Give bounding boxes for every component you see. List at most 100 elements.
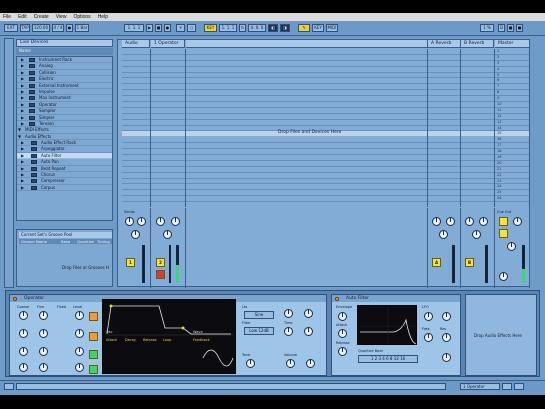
clip-slot[interactable]	[151, 196, 185, 203]
tone-knob[interactable]	[304, 327, 313, 336]
disclosure-closed-icon[interactable]: ▶	[21, 159, 24, 165]
disclosure-closed-icon[interactable]: ▶	[21, 140, 24, 146]
disclosure-closed-icon[interactable]: ▶	[21, 146, 24, 152]
disclosure-closed-icon[interactable]: ▶	[21, 153, 24, 159]
master-volume-knob[interactable]	[499, 272, 508, 281]
volume-fader[interactable]	[169, 245, 171, 283]
info-view-toggle[interactable]	[4, 383, 14, 390]
disclosure-closed-icon[interactable]: ▶	[21, 178, 24, 184]
master-pan-knob[interactable]	[507, 242, 516, 251]
midi-map-button[interactable]: MIDI	[326, 24, 338, 32]
coarse-knob[interactable]	[19, 363, 28, 372]
overdub-button[interactable]: +	[176, 24, 185, 32]
menu-view[interactable]: View	[56, 14, 67, 20]
draw-mode-button[interactable]: ✎	[298, 24, 310, 32]
view-toggle-clip[interactable]	[502, 383, 512, 390]
arrangement-position[interactable]: 1. 1. 1	[124, 24, 144, 32]
disclosure-closed-icon[interactable]: ▶	[21, 89, 24, 95]
send-b-knob[interactable]	[137, 217, 146, 226]
menu-options[interactable]: Options	[73, 14, 90, 20]
cue-volume-knob[interactable]	[513, 217, 522, 226]
loop-start-field[interactable]: 1. 1. 1	[219, 24, 237, 32]
af-res-knob[interactable]	[442, 333, 451, 342]
play-button[interactable]: ▶	[146, 24, 153, 32]
af-quantize-buttons[interactable]: 1 2 3 4 6 8 12 16	[358, 355, 418, 363]
tap-tempo-button[interactable]: TAP	[20, 24, 30, 32]
time-signature-field[interactable]: 4 / 4	[52, 24, 64, 32]
device-on-icon[interactable]	[13, 297, 17, 301]
automation-arm-button[interactable]: ○	[187, 24, 196, 32]
menu-edit[interactable]: Edit	[18, 14, 27, 20]
coarse-knob[interactable]	[19, 329, 28, 338]
fine-knob[interactable]	[39, 311, 48, 320]
coarse-knob[interactable]	[19, 347, 28, 356]
level-knob[interactable]	[75, 329, 84, 338]
track-header-audio[interactable]: Audio	[122, 40, 150, 48]
disclosure-closed-icon[interactable]: ▶	[21, 102, 24, 108]
pan-knob[interactable]	[163, 230, 172, 239]
af-env-amount-knob[interactable]	[338, 312, 347, 321]
fine-knob[interactable]	[39, 347, 48, 356]
disclosure-closed-icon[interactable]: ▶	[21, 115, 24, 121]
browser-item[interactable]: ▶ Corpus	[17, 185, 112, 192]
track-activator-2[interactable]: 2	[156, 258, 165, 267]
disclosure-closed-icon[interactable]: ▶	[21, 63, 24, 69]
follow-button[interactable]: KEY	[204, 24, 217, 32]
disclosure-closed-icon[interactable]: ▶	[21, 108, 24, 114]
volume-knob[interactable]	[286, 359, 295, 368]
send-b-knob[interactable]	[171, 217, 180, 226]
osc-a-select[interactable]	[89, 365, 98, 374]
lfo-wave-menu[interactable]: Sine	[244, 311, 274, 319]
scene-launch-button[interactable]: 26	[495, 196, 529, 203]
disclosure-closed-icon[interactable]: ▶	[21, 95, 24, 101]
filter-response-display[interactable]	[357, 305, 417, 345]
stop-button[interactable]: ■	[155, 24, 162, 32]
quantize-menu[interactable]: 1 Bar	[75, 24, 89, 32]
send-a-knob[interactable]	[465, 217, 474, 226]
disclosure-closed-icon[interactable]: ▶	[21, 70, 24, 76]
level-knob[interactable]	[75, 363, 84, 372]
coarse-knob[interactable]	[19, 311, 28, 320]
lfo-amount-knob[interactable]	[304, 309, 313, 318]
send-a-knob[interactable]	[156, 217, 165, 226]
osc-d-select[interactable]	[89, 312, 98, 321]
send-b-knob[interactable]	[446, 217, 455, 226]
af-lfo-rate-knob[interactable]	[442, 312, 451, 321]
clip-slot[interactable]	[122, 196, 150, 203]
osc-c-select[interactable]	[89, 332, 98, 341]
send-a-knob[interactable]	[432, 217, 441, 226]
ext-sync-button[interactable]: EXT	[4, 24, 18, 32]
lfo-rate-knob[interactable]	[284, 309, 293, 318]
disclosure-closed-icon[interactable]: ▶	[21, 172, 24, 178]
menu-help[interactable]: Help	[98, 14, 108, 20]
browser-title[interactable]: Live Devices	[16, 39, 113, 47]
tempo-field[interactable]: 120.00	[32, 24, 50, 32]
disclosure-open-icon[interactable]: ▼	[18, 127, 21, 133]
af-phase-knob[interactable]	[442, 353, 451, 362]
disclosure-closed-icon[interactable]: ▶	[21, 83, 24, 89]
menu-create[interactable]: Create	[34, 14, 49, 20]
cue-out-selector[interactable]	[499, 217, 508, 226]
af-release-knob[interactable]	[338, 347, 347, 356]
return-header-a[interactable]: A Reverb	[428, 40, 461, 48]
master-out-selector[interactable]	[499, 229, 508, 238]
loop-length-field[interactable]: 4. 0. 0	[248, 24, 266, 32]
metronome-button[interactable]: ●	[66, 24, 73, 32]
send-b-knob[interactable]	[479, 217, 488, 226]
fine-knob[interactable]	[39, 329, 48, 338]
return-activator-a[interactable]: A	[432, 258, 441, 267]
time-knob[interactable]	[284, 327, 293, 336]
punch-in-button[interactable]: ◧	[268, 24, 278, 32]
disclosure-closed-icon[interactable]: ▶	[21, 57, 24, 63]
pan-knob[interactable]	[131, 230, 140, 239]
fine-knob[interactable]	[39, 363, 48, 372]
record-button[interactable]: ●	[164, 24, 171, 32]
level-knob[interactable]	[75, 347, 84, 356]
filter-type-menu[interactable]: Low 12dB	[244, 327, 274, 335]
disclosure-open-icon[interactable]: ▼	[18, 134, 21, 140]
tone-amount-knob[interactable]	[246, 359, 255, 368]
af-lfo-amount-knob[interactable]	[424, 312, 433, 321]
key-map-button[interactable]: KEY	[312, 24, 324, 32]
osc-b-select[interactable]	[89, 350, 98, 359]
view-toggle-device[interactable]	[514, 383, 524, 390]
